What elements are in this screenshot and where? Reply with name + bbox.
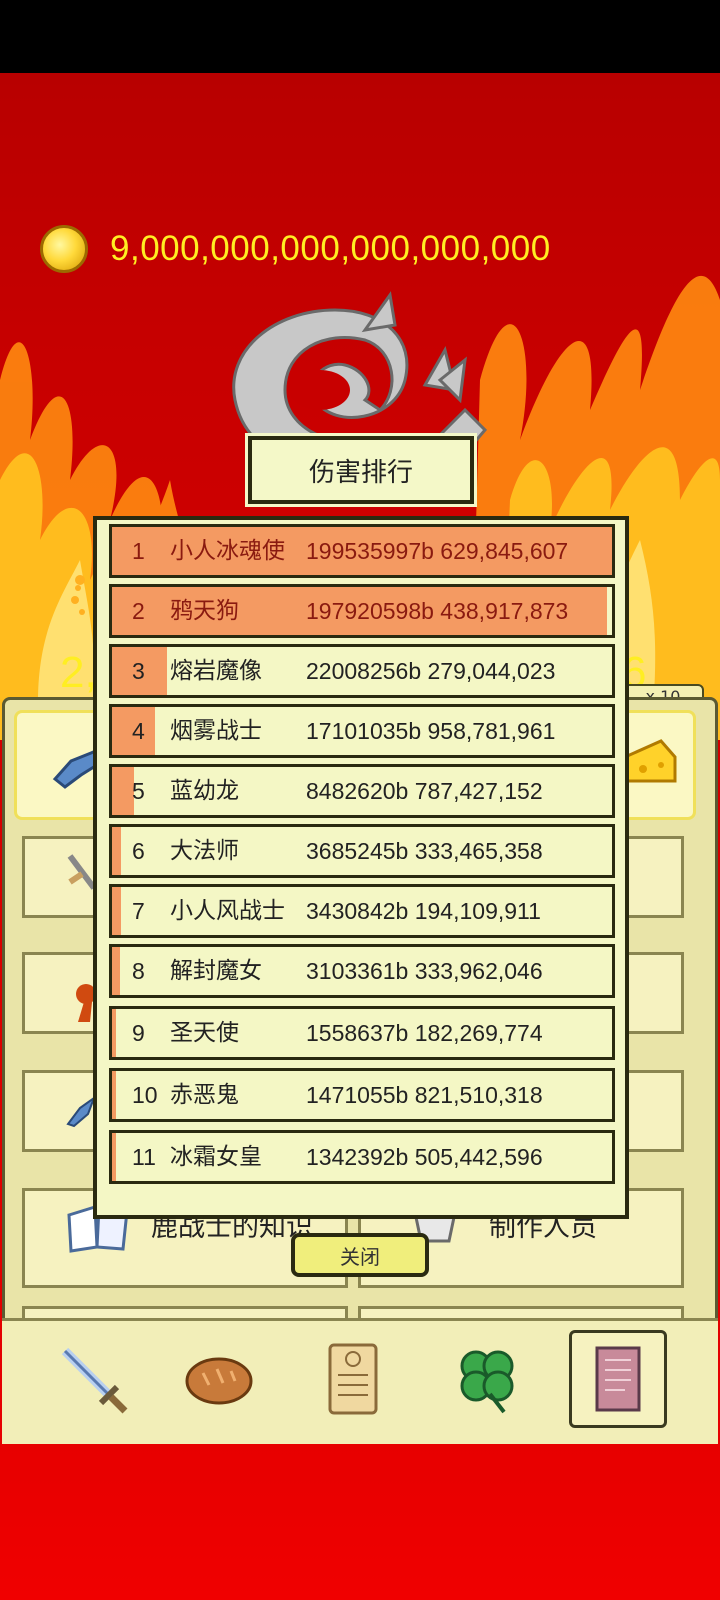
scroll-icon — [328, 1343, 378, 1415]
nav-book[interactable] — [569, 1330, 667, 1428]
rank-number: 7 — [132, 898, 145, 924]
rank-score: 197920598b 438,917,873 — [306, 598, 569, 624]
ranking-row[interactable]: 7 小人风战士 3430842b 194,109,911 — [109, 884, 615, 938]
coin-counter: 9,000,000,000,000,000,000 — [40, 224, 551, 274]
rank-name: 鸦天狗 — [170, 598, 239, 624]
ranking-row[interactable]: 8 解封魔女 3103361b 333,962,046 — [109, 944, 615, 998]
rank-number: 8 — [132, 958, 145, 984]
rank-score: 3685245b 333,465,358 — [306, 838, 543, 864]
rank-name: 冰霜女皇 — [170, 1144, 262, 1170]
rank-name: 蓝幼龙 — [170, 778, 239, 804]
ranking-row[interactable]: 11 冰霜女皇 1342392b 505,442,596 — [109, 1130, 615, 1184]
rank-score: 1342392b 505,442,596 — [306, 1144, 543, 1170]
bread-icon — [185, 1357, 253, 1405]
close-button[interactable]: 关闭 — [291, 1233, 429, 1277]
rank-name: 大法师 — [170, 838, 239, 864]
nav-bread[interactable] — [170, 1330, 268, 1428]
ranking-row[interactable]: 1 小人冰魂使 199535997b 629,845,607 — [109, 524, 615, 578]
ranking-row[interactable]: 10 赤恶鬼 1471055b 821,510,318 — [109, 1068, 615, 1122]
rank-name: 小人风战士 — [170, 898, 285, 924]
coin-icon — [40, 225, 88, 273]
rank-score: 3103361b 333,962,046 — [306, 958, 543, 984]
cheese-icon — [623, 739, 677, 783]
rank-number: 11 — [132, 1144, 156, 1170]
rank-bar — [112, 1071, 116, 1119]
rank-number: 9 — [132, 1020, 145, 1046]
nav-sword[interactable] — [44, 1330, 142, 1428]
ranking-list[interactable]: 1 小人冰魂使 199535997b 629,845,607 2 鸦天狗 197… — [93, 516, 629, 1219]
rank-bar — [112, 947, 120, 995]
rank-number: 5 — [132, 778, 145, 804]
sword-icon — [61, 1347, 128, 1414]
book-icon — [595, 1346, 641, 1412]
rank-bar — [112, 767, 134, 815]
nav-clover[interactable] — [438, 1330, 536, 1428]
clover-icon — [460, 1350, 514, 1414]
ranking-row[interactable]: 6 大法师 3685245b 333,465,358 — [109, 824, 615, 878]
fish-small-icon — [66, 1095, 96, 1128]
rank-number: 2 — [132, 598, 145, 624]
rank-score: 17101035b 958,781,961 — [306, 718, 556, 744]
rank-name: 圣天使 — [170, 1020, 239, 1046]
ranking-title: 伤害排行 — [245, 433, 477, 507]
rank-number: 4 — [132, 718, 145, 744]
rank-number: 1 — [132, 538, 145, 564]
ranking-row[interactable]: 4 烟雾战士 17101035b 958,781,961 — [109, 704, 615, 758]
rank-score: 8482620b 787,427,152 — [306, 778, 543, 804]
nav-scroll[interactable] — [304, 1330, 402, 1428]
rank-name: 赤恶鬼 — [170, 1082, 239, 1108]
rank-bar — [112, 827, 121, 875]
rank-bar — [112, 887, 121, 935]
rank-number: 3 — [132, 658, 145, 684]
rank-score: 1558637b 182,269,774 — [306, 1020, 543, 1046]
rank-score: 199535997b 629,845,607 — [306, 538, 569, 564]
status-bar — [0, 0, 720, 73]
coin-amount: 9,000,000,000,000,000,000 — [110, 229, 551, 268]
rank-name: 小人冰魂使 — [170, 538, 285, 564]
rank-score: 22008256b 279,044,023 — [306, 658, 556, 684]
ranking-row[interactable]: 3 熔岩魔像 22008256b 279,044,023 — [109, 644, 615, 698]
rank-name: 解封魔女 — [170, 958, 262, 984]
ranking-row[interactable]: 2 鸦天狗 197920598b 438,917,873 — [109, 584, 615, 638]
rank-bar — [112, 1133, 116, 1181]
side-stat-left: 2, — [60, 648, 97, 697]
rank-name: 熔岩魔像 — [170, 658, 262, 684]
rank-name: 烟雾战士 — [170, 718, 262, 744]
rank-score: 1471055b 821,510,318 — [306, 1082, 543, 1108]
rank-score: 3430842b 194,109,911 — [306, 898, 541, 924]
rank-number: 6 — [132, 838, 145, 864]
rank-bar — [112, 1009, 116, 1057]
ranking-row[interactable]: 9 圣天使 1558637b 182,269,774 — [109, 1006, 615, 1060]
ranking-row[interactable]: 5 蓝幼龙 8482620b 787,427,152 — [109, 764, 615, 818]
rank-number: 10 — [132, 1082, 158, 1108]
